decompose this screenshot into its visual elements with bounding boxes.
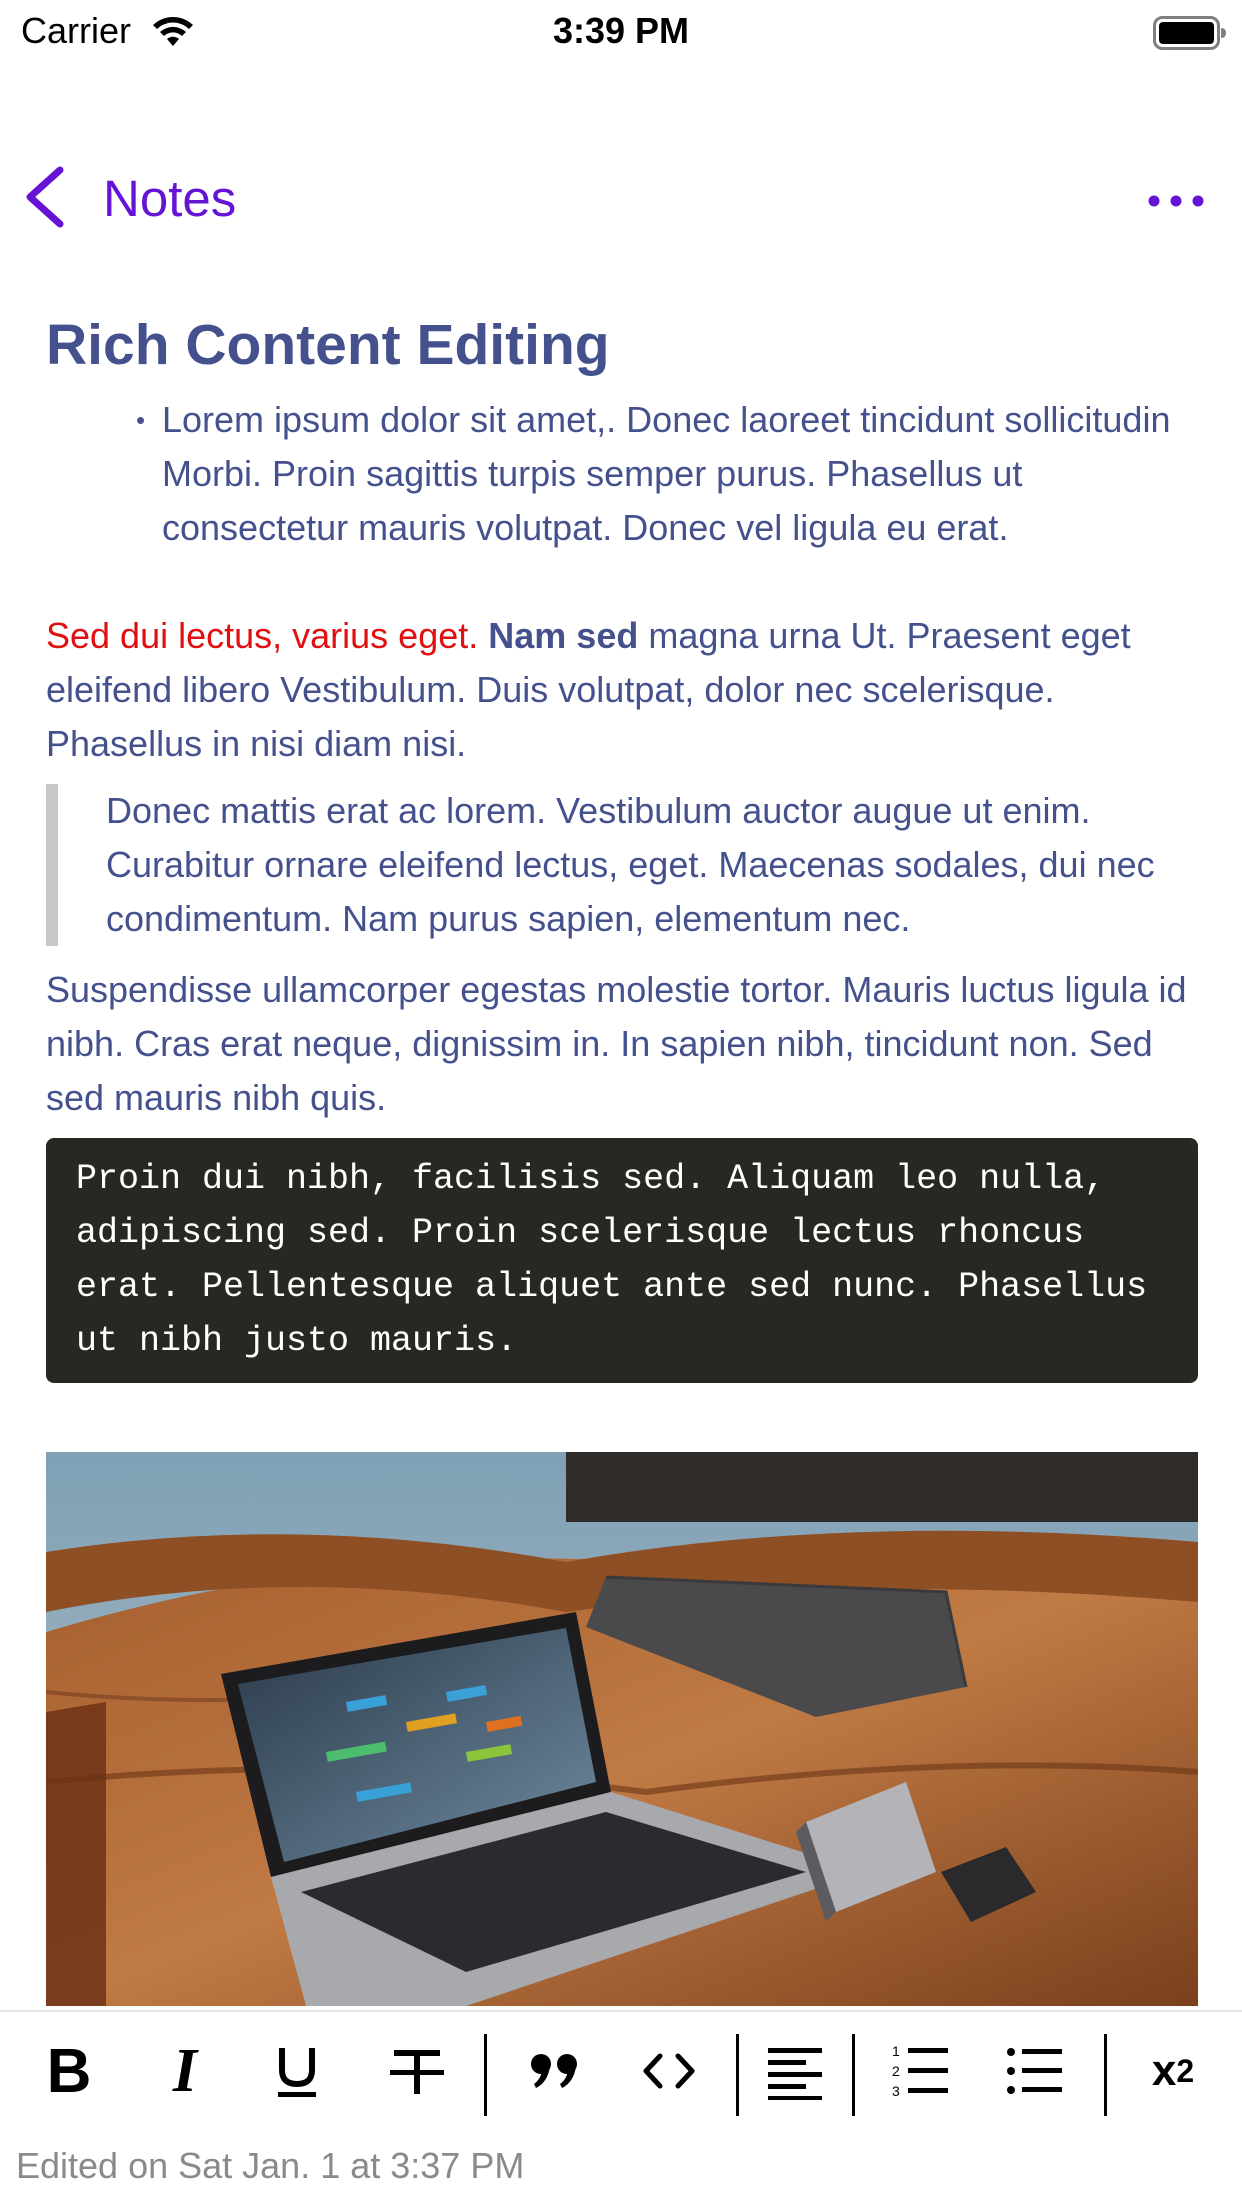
italic-button[interactable]: I bbox=[150, 2036, 220, 2106]
underline-button[interactable] bbox=[262, 2036, 332, 2106]
back-label: Notes bbox=[103, 170, 237, 227]
toolbar-divider bbox=[484, 2034, 487, 2116]
strikethrough-button[interactable] bbox=[382, 2036, 452, 2106]
chevron-left-icon bbox=[26, 166, 64, 228]
status-bar: Carrier 3:39 PM bbox=[0, 0, 1242, 62]
subscript-index: 2 bbox=[1176, 2052, 1195, 2089]
numbered-list-icon: 1 2 3 bbox=[892, 2043, 948, 2099]
quote-button[interactable] bbox=[520, 2036, 590, 2106]
clock: 3:39 PM bbox=[552, 10, 690, 51]
subscript-base: x bbox=[1151, 2046, 1177, 2095]
laptop-photo[interactable] bbox=[46, 1452, 1198, 2006]
strikethrough-icon bbox=[390, 2050, 444, 2094]
toolbar-divider bbox=[852, 2034, 855, 2116]
svg-text:3: 3 bbox=[892, 2083, 900, 2099]
underline-icon bbox=[278, 2048, 316, 2097]
code-icon bbox=[643, 2053, 695, 2089]
formatting-toolbar: B I 1 2 3 x 2 bbox=[0, 2010, 1242, 2134]
bullet-icon: • bbox=[136, 405, 146, 435]
note-title: Rich Content Editing bbox=[46, 313, 610, 377]
back-button[interactable]: Notes bbox=[20, 166, 236, 228]
blockquote: Donec mattis erat ac lorem. Vestibulum a… bbox=[46, 784, 1196, 946]
code-block: Proin dui nibh, facilisis sed. Aliquam l… bbox=[46, 1138, 1198, 1383]
code-text: Proin dui nibh, facilisis sed. Aliquam l… bbox=[76, 1159, 1169, 1361]
toolbar-divider bbox=[736, 2034, 739, 2116]
battery-icon bbox=[1153, 16, 1226, 50]
ellipsis-icon[interactable] bbox=[1148, 186, 1204, 216]
paragraph-1: Sed dui lectus, varius eget. Nam sed mag… bbox=[46, 609, 1196, 771]
edited-timestamp: Edited on Sat Jan. 1 at 3:37 PM bbox=[16, 2145, 525, 2186]
numbered-list-button[interactable]: 1 2 3 bbox=[886, 2036, 956, 2106]
bold-text: Nam sed bbox=[488, 615, 639, 656]
align-left-icon bbox=[768, 2048, 822, 2100]
blockquote-text: Donec mattis erat ac lorem. Vestibulum a… bbox=[106, 790, 1155, 939]
bullet-list-icon bbox=[1007, 2048, 1062, 2094]
red-text: Sed dui lectus, varius eget. bbox=[46, 615, 479, 656]
svg-text:1: 1 bbox=[892, 2043, 900, 2059]
svg-text:2: 2 bbox=[892, 2063, 900, 2079]
bold-button[interactable]: B bbox=[34, 2036, 104, 2106]
paragraph-2: Suspendisse ullamcorper egestas molestie… bbox=[46, 969, 1187, 1118]
blockquote-bar bbox=[46, 784, 58, 946]
bullet-list-button[interactable] bbox=[1000, 2036, 1070, 2106]
code-button[interactable] bbox=[634, 2036, 704, 2106]
subscript-button[interactable]: x2 bbox=[1138, 2036, 1208, 2106]
bullet-text: Lorem ipsum dolor sit amet,. Donec laore… bbox=[162, 399, 1171, 548]
align-left-button[interactable] bbox=[760, 2036, 830, 2106]
quote-icon bbox=[531, 2054, 577, 2088]
toolbar-divider bbox=[1104, 2034, 1107, 2116]
